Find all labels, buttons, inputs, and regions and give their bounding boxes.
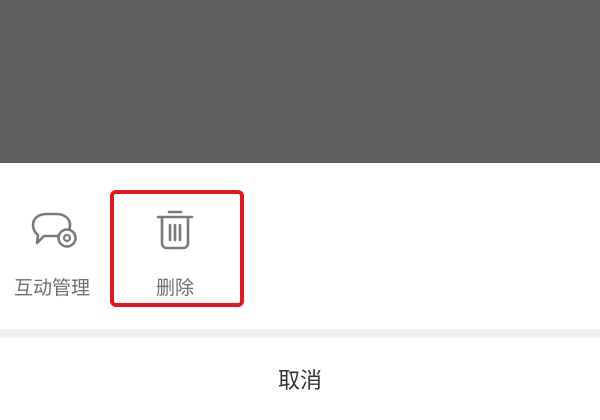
cancel-button[interactable]: 取消 (0, 338, 600, 420)
delete-highlight-box (110, 190, 244, 307)
action-sheet: 互动管理 删除 取消 (0, 163, 600, 420)
section-divider (0, 329, 600, 338)
interaction-management-label: 互动管理 (13, 277, 90, 299)
action-row: 互动管理 删除 (0, 163, 600, 329)
dimmed-overlay[interactable] (0, 0, 600, 163)
interaction-management-button[interactable]: 互动管理 (0, 163, 112, 329)
cancel-label: 取消 (277, 369, 322, 394)
screen: 互动管理 删除 取消 (0, 0, 600, 420)
chat-settings-icon (31, 212, 77, 248)
